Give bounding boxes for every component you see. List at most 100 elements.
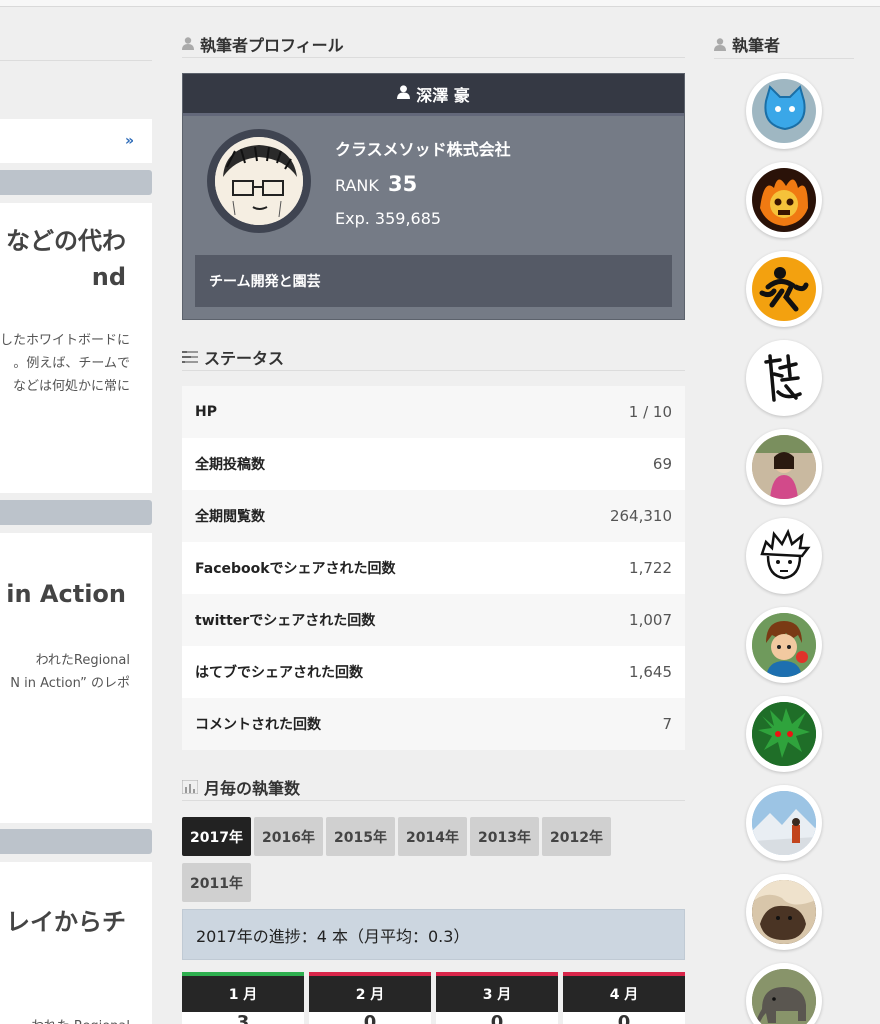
company-name: クラスメソッド株式会社 bbox=[335, 140, 511, 159]
blue-cat-avatar[interactable] bbox=[752, 79, 816, 143]
year-tab-2017[interactable]: 2017年 bbox=[182, 817, 251, 856]
status-row-facebook: Facebookでシェアされた回数 1,722 bbox=[182, 542, 685, 594]
status-value: 69 bbox=[652, 455, 672, 473]
article-list-column: » などの代わ nd したホワイトボードに 。例えば、チームで などは何処かに常… bbox=[0, 0, 152, 1024]
article-excerpt-line: したホワイトボードに bbox=[0, 333, 130, 348]
profile-header: 深澤 豪 bbox=[183, 74, 684, 116]
status-label: Facebookでシェアされた回数 bbox=[195, 561, 396, 577]
author-name[interactable]: 深澤 豪 bbox=[416, 82, 470, 106]
author-avatar-link[interactable] bbox=[746, 696, 822, 772]
status-row-hp: HP 1 / 10 bbox=[182, 386, 685, 438]
monthly-section-heading: 月毎の執筆数 bbox=[182, 773, 685, 801]
article-title[interactable]: レイからチ bbox=[6, 904, 126, 940]
animal-photo-avatar[interactable] bbox=[752, 880, 816, 944]
year-tab-2015[interactable]: 2015年 bbox=[326, 817, 395, 856]
article-category-bar bbox=[0, 170, 152, 195]
rank-value: 35 bbox=[387, 172, 418, 196]
status-label: はてブでシェアされた回数 bbox=[195, 665, 363, 681]
team-name: チーム開発と園芸 bbox=[195, 255, 672, 307]
month-count: 0 bbox=[363, 1012, 377, 1024]
status-row-posts: 全期投稿数 69 bbox=[182, 438, 685, 490]
flaming-skull-avatar[interactable] bbox=[752, 168, 816, 232]
elephant-photo-avatar[interactable] bbox=[752, 969, 816, 1024]
section-title: 月毎の執筆数 bbox=[204, 778, 301, 798]
section-title: 執筆者プロフィール bbox=[200, 35, 344, 55]
author-avatar-link[interactable] bbox=[746, 607, 822, 683]
article-card[interactable]: レイからチ われた Regional bbox=[0, 862, 152, 1024]
year-tab-2011[interactable]: 2011年 bbox=[182, 863, 251, 902]
bar-chart-icon bbox=[182, 779, 198, 794]
person-icon bbox=[714, 37, 726, 51]
month-label: 4 月 bbox=[563, 976, 685, 1012]
month-label: 2 月 bbox=[309, 976, 431, 1012]
article-category-bar bbox=[0, 829, 152, 854]
profile-section-heading: 執筆者プロフィール bbox=[182, 30, 685, 58]
status-list-icon bbox=[182, 350, 198, 363]
rank-label: RANK bbox=[335, 176, 379, 195]
month-count: 0 bbox=[617, 1012, 631, 1024]
article-excerpt-line: 。例えば、チームで bbox=[13, 356, 130, 371]
calligraphy-avatar[interactable] bbox=[752, 346, 816, 410]
article-card[interactable]: in Action われたRegional N in Action” のレポ bbox=[0, 533, 152, 823]
article-card[interactable]: などの代わ nd したホワイトボードに 。例えば、チームで などは何処かに常に bbox=[0, 203, 152, 493]
year-tab-2012[interactable]: 2012年 bbox=[542, 817, 611, 856]
author-avatar-link[interactable] bbox=[746, 785, 822, 861]
author-avatar-link[interactable] bbox=[746, 518, 822, 594]
month-label: 3 月 bbox=[436, 976, 558, 1012]
article-title-line2[interactable]: nd bbox=[92, 259, 126, 295]
sketch-face-avatar bbox=[215, 137, 303, 225]
profile-card: 深澤 豪 クラスメソッド株式会社 RANK 35 Exp. 359,685 チー… bbox=[182, 73, 685, 320]
month-card: 3 月 0 bbox=[436, 972, 558, 1024]
spiky-hair-avatar[interactable] bbox=[752, 524, 816, 588]
divider bbox=[0, 60, 152, 61]
month-count: 0 bbox=[490, 1012, 504, 1024]
month-card: 4 月 0 bbox=[563, 972, 685, 1024]
status-value: 1,722 bbox=[629, 559, 672, 577]
author-avatar-link[interactable] bbox=[746, 73, 822, 149]
month-count: 3 bbox=[236, 1012, 250, 1024]
author-avatar-link[interactable] bbox=[746, 340, 822, 416]
child-photo-avatar[interactable] bbox=[752, 435, 816, 499]
mountain-photo-avatar[interactable] bbox=[752, 791, 816, 855]
author-avatar-link[interactable] bbox=[746, 874, 822, 950]
status-label: コメントされた回数 bbox=[195, 717, 321, 733]
author-avatar-link[interactable] bbox=[746, 429, 822, 505]
status-label: twitterでシェアされた回数 bbox=[195, 613, 376, 629]
avatar bbox=[207, 129, 311, 233]
month-label: 1 月 bbox=[182, 976, 304, 1012]
author-avatar-link[interactable] bbox=[746, 162, 822, 238]
month-card: 1 月 3 bbox=[182, 972, 304, 1024]
author-avatar-link[interactable] bbox=[746, 963, 822, 1024]
article-title[interactable]: などの代わ bbox=[6, 223, 126, 259]
double-chevron-right-icon[interactable]: » bbox=[125, 133, 134, 149]
article-excerpt-line: われたRegional bbox=[35, 653, 130, 668]
status-value: 7 bbox=[662, 715, 672, 733]
experience-points: Exp. 359,685 bbox=[335, 209, 442, 228]
status-value: 1,645 bbox=[629, 663, 672, 681]
status-section-heading: ステータス bbox=[182, 343, 685, 371]
article-excerpt-line: われた Regional bbox=[31, 1015, 130, 1024]
more-link-box[interactable]: » bbox=[0, 119, 152, 163]
green-creature-avatar[interactable] bbox=[752, 702, 816, 766]
article-title[interactable]: in Action bbox=[6, 576, 126, 612]
month-card: 2 月 0 bbox=[309, 972, 431, 1024]
rank: RANK 35 bbox=[335, 172, 417, 196]
orange-figure-avatar[interactable] bbox=[752, 257, 816, 321]
article-excerpt-line: N in Action” のレポ bbox=[10, 676, 130, 691]
person-icon bbox=[182, 37, 194, 50]
status-label: HP bbox=[195, 404, 217, 420]
anime-boy-avatar[interactable] bbox=[752, 613, 816, 677]
year-tab-2016[interactable]: 2016年 bbox=[254, 817, 323, 856]
author-avatar-link[interactable] bbox=[746, 251, 822, 327]
year-tab-2014[interactable]: 2014年 bbox=[398, 817, 467, 856]
status-value: 1 / 10 bbox=[628, 403, 672, 421]
article-excerpt-line: などは何処かに常に bbox=[12, 379, 130, 394]
article-category-bar bbox=[0, 500, 152, 525]
status-table: HP 1 / 10 全期投稿数 69 全期閲覧数 264,310 Facebookでシ… bbox=[182, 386, 685, 750]
person-icon bbox=[397, 84, 411, 103]
year-tab-2013[interactable]: 2013年 bbox=[470, 817, 539, 856]
section-title: 執筆者 bbox=[732, 36, 781, 55]
authors-section-heading: 執筆者 bbox=[714, 30, 854, 59]
status-value: 1,007 bbox=[629, 611, 672, 629]
status-row-views: 全期閲覧数 264,310 bbox=[182, 490, 685, 542]
